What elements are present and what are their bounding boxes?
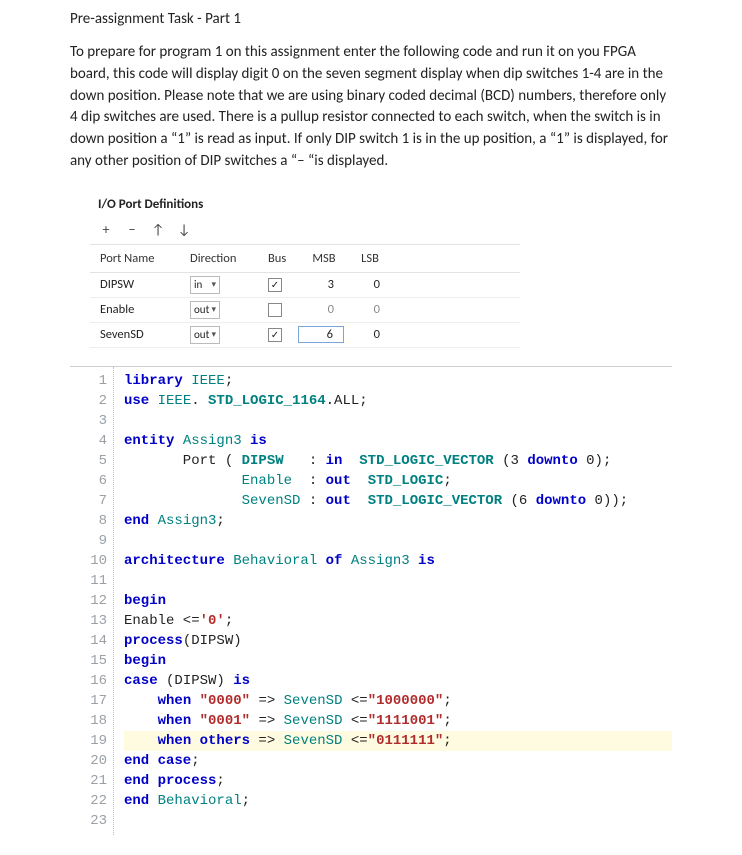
- direction-cell: out▾: [184, 301, 262, 319]
- msb-cell[interactable]: 6: [298, 326, 344, 343]
- line-number: 22: [70, 791, 107, 811]
- msb-cell[interactable]: 0: [298, 302, 344, 317]
- col-lsb: LSB: [344, 251, 390, 266]
- line-number: 6: [70, 471, 107, 491]
- bus-checkbox[interactable]: ✓: [268, 328, 282, 342]
- code-line: Port ( DIPSW : in STD_LOGIC_VECTOR (3 do…: [124, 451, 672, 471]
- code-line: case (DIPSW) is: [124, 671, 672, 691]
- code-line: when "0001" => SevenSD <="1111001";: [124, 711, 672, 731]
- direction-select[interactable]: out▾: [190, 326, 220, 344]
- code-line: process(DIPSW): [124, 631, 672, 651]
- code-line: Enable <='0';: [124, 611, 672, 631]
- line-number: 9: [70, 531, 107, 551]
- line-number: 7: [70, 491, 107, 511]
- add-button[interactable]: +: [94, 218, 118, 242]
- line-number: 13: [70, 611, 107, 631]
- line-number: 4: [70, 431, 107, 451]
- table-row: Enable out▾ 00: [90, 298, 520, 323]
- port-name-cell: Enable: [94, 302, 184, 317]
- code-line: [124, 571, 672, 591]
- io-port-panel: I/O Port Definitions + − ↑ ↓ Port Name D…: [90, 191, 520, 348]
- port-name-cell: DIPSW: [94, 277, 184, 292]
- bus-cell: ✓: [262, 328, 298, 342]
- code-line: begin: [124, 591, 672, 611]
- code-line: [124, 811, 672, 831]
- line-number: 20: [70, 751, 107, 771]
- col-port-name: Port Name: [94, 251, 184, 266]
- lsb-cell[interactable]: 0: [344, 327, 390, 342]
- code-line: end case;: [124, 751, 672, 771]
- panel-title: I/O Port Definitions: [90, 191, 520, 216]
- bus-checkbox[interactable]: ✓: [268, 278, 282, 292]
- line-number: 11: [70, 571, 107, 591]
- col-msb: MSB: [298, 251, 344, 266]
- direction-select[interactable]: out▾: [190, 301, 220, 319]
- code-line: end process;: [124, 771, 672, 791]
- line-number: 23: [70, 811, 107, 831]
- move-up-button[interactable]: ↑: [146, 218, 170, 242]
- line-gutter: 1234567891011121314151617181920212223: [70, 367, 114, 835]
- line-number: 18: [70, 711, 107, 731]
- table-row: SevenSD out▾ ✓ 60: [90, 323, 520, 348]
- code-line: architecture Behavioral of Assign3 is: [124, 551, 672, 571]
- code-line: SevenSD : out STD_LOGIC_VECTOR (6 downto…: [124, 491, 672, 511]
- lsb-cell[interactable]: 0: [344, 302, 390, 317]
- line-number: 16: [70, 671, 107, 691]
- line-number: 2: [70, 391, 107, 411]
- code-line: begin: [124, 651, 672, 671]
- direction-cell: in▾: [184, 276, 262, 294]
- code-line: Enable : out STD_LOGIC;: [124, 471, 672, 491]
- intro-paragraph: To prepare for program 1 on this assignm…: [70, 42, 672, 173]
- chevron-down-icon: ▾: [211, 304, 216, 315]
- page-title: Pre-assignment Task - Part 1: [70, 10, 672, 28]
- line-number: 19: [70, 731, 107, 751]
- col-direction: Direction: [184, 251, 262, 266]
- bus-cell: ✓: [262, 278, 298, 292]
- chevron-down-icon: ▾: [211, 329, 216, 340]
- table-row: DIPSW in▾ ✓ 30: [90, 273, 520, 298]
- code-line: [124, 531, 672, 551]
- direction-cell: out▾: [184, 326, 262, 344]
- remove-button[interactable]: −: [120, 218, 144, 242]
- line-number: 14: [70, 631, 107, 651]
- code-line: when others => SevenSD <="0111111";: [124, 731, 672, 751]
- lsb-cell[interactable]: 0: [344, 277, 390, 292]
- line-number: 15: [70, 651, 107, 671]
- line-number: 21: [70, 771, 107, 791]
- panel-toolbar: + − ↑ ↓: [90, 216, 520, 245]
- line-number: 8: [70, 511, 107, 531]
- code-line: entity Assign3 is: [124, 431, 672, 451]
- line-number: 17: [70, 691, 107, 711]
- chevron-down-icon: ▾: [211, 279, 216, 290]
- code-editor: 1234567891011121314151617181920212223 li…: [70, 366, 672, 835]
- bus-checkbox[interactable]: [268, 303, 282, 317]
- direction-select[interactable]: in▾: [190, 276, 220, 294]
- msb-cell[interactable]: 3: [298, 277, 344, 292]
- bus-cell: [262, 303, 298, 317]
- line-number: 1: [70, 371, 107, 391]
- code-area: library IEEE;use IEEE. STD_LOGIC_1164.AL…: [114, 367, 672, 835]
- code-line: [124, 411, 672, 431]
- move-down-button[interactable]: ↓: [172, 218, 196, 242]
- code-line: end Behavioral;: [124, 791, 672, 811]
- line-number: 10: [70, 551, 107, 571]
- code-line: when "0000" => SevenSD <="1000000";: [124, 691, 672, 711]
- col-bus: Bus: [262, 251, 298, 266]
- line-number: 12: [70, 591, 107, 611]
- table-header: Port Name Direction Bus MSB LSB: [90, 245, 520, 273]
- line-number: 5: [70, 451, 107, 471]
- port-name-cell: SevenSD: [94, 327, 184, 342]
- code-line: library IEEE;: [124, 371, 672, 391]
- code-line: use IEEE. STD_LOGIC_1164.ALL;: [124, 391, 672, 411]
- code-line: end Assign3;: [124, 511, 672, 531]
- line-number: 3: [70, 411, 107, 431]
